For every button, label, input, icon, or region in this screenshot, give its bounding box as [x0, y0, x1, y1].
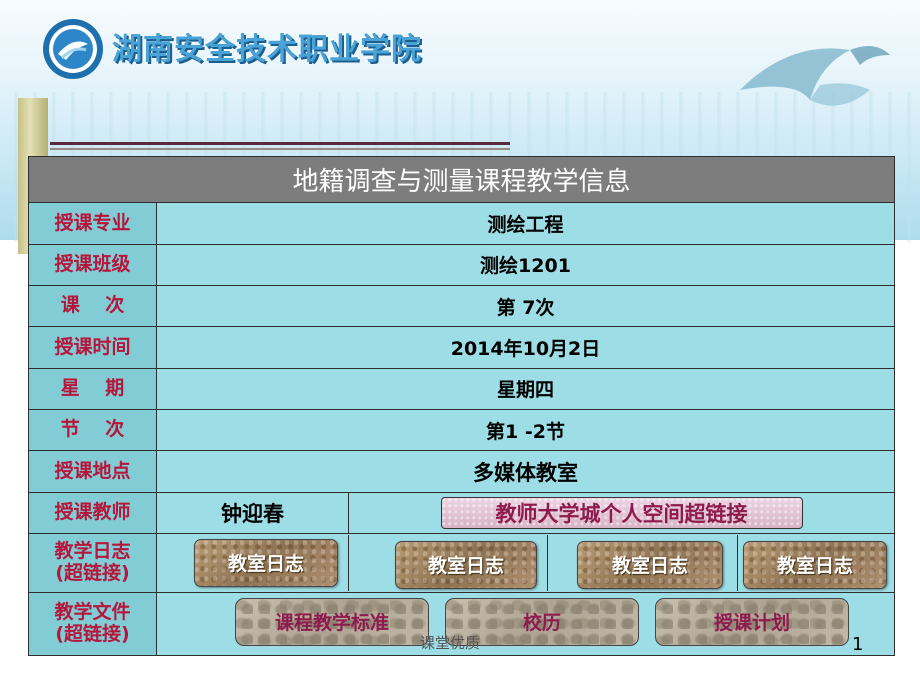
- divider-line: [50, 148, 510, 150]
- row-label-line1: 教学日志: [54, 540, 131, 563]
- row-label: 教学日志 (超链接): [28, 532, 157, 593]
- row-label: 授课时间: [28, 326, 157, 369]
- row-value: 测绘工程: [156, 202, 895, 245]
- school-logo-icon: [43, 19, 103, 79]
- row-value: 星期四: [156, 367, 895, 411]
- teacher-cell: 钟迎春: [156, 491, 349, 534]
- row-label: 节 次: [28, 409, 157, 452]
- school-name: 湖南安全技术职业学院: [112, 32, 422, 67]
- row-label-line2: (超链接): [55, 622, 130, 645]
- classroom-log-button-4[interactable]: 教室日志: [743, 540, 887, 589]
- bird-decoration-icon: [740, 46, 890, 106]
- table-row: 星 期 星期四: [28, 367, 895, 411]
- table-row: 授课专业 测绘工程: [28, 202, 895, 245]
- teacher-row: 授课教师 钟迎春 教师大学城个人空间超链接: [28, 491, 895, 534]
- classroom-log-button-3[interactable]: 教室日志: [577, 540, 723, 589]
- row-label: 授课教师: [28, 491, 157, 534]
- teacher-space-cell: 教师大学城个人空间超链接: [348, 491, 895, 534]
- course-info-table: 地籍调查与测量课程教学信息 授课专业 测绘工程 授课班级 测绘1201 课 次 …: [28, 155, 895, 657]
- footer-caption: 课堂优质: [420, 634, 481, 652]
- table-row: 授课班级 测绘1201: [28, 243, 895, 287]
- row-label-line2: (超链接): [55, 561, 130, 584]
- row-value: 第1 -2节: [156, 409, 895, 452]
- table-row: 节 次 第1 -2节: [28, 409, 895, 452]
- teaching-log-row: 教学日志 (超链接) 教室日志 教室日志 教室日志 教室日志: [28, 532, 895, 593]
- row-label: 课 次: [28, 285, 157, 328]
- classroom-log-button-2[interactable]: 教室日志: [395, 540, 537, 589]
- row-value: 第 7次: [156, 285, 895, 328]
- teacher-space-link[interactable]: 教师大学城个人空间超链接: [440, 496, 803, 529]
- files-buttons-cell: 课程教学标准 校历 授课计划: [156, 591, 895, 657]
- table-row: 课 次 第 7次: [28, 285, 895, 328]
- row-label: 教学文件 (超链接): [28, 591, 157, 657]
- divider-line: [50, 142, 510, 145]
- row-label: 授课地点: [28, 450, 157, 493]
- log-buttons-cell: 教室日志 教室日志 教室日志 教室日志: [156, 532, 895, 593]
- row-label: 授课班级: [28, 243, 157, 287]
- classroom-log-button-1[interactable]: 教室日志: [194, 538, 338, 587]
- row-label-line1: 教学文件: [54, 601, 131, 624]
- table-row: 授课时间 2014年10月2日: [28, 326, 895, 369]
- table-title: 地籍调查与测量课程教学信息: [28, 155, 895, 204]
- teacher-name: 钟迎春: [221, 501, 284, 526]
- row-value: 多媒体教室: [156, 450, 895, 493]
- row-value: 测绘1201: [156, 243, 895, 287]
- row-label: 星 期: [28, 367, 157, 411]
- row-value: 2014年10月2日: [156, 326, 895, 369]
- table-row: 授课地点 多媒体教室: [28, 450, 895, 493]
- teaching-plan-button[interactable]: 授课计划: [655, 597, 849, 646]
- row-label: 授课专业: [28, 202, 157, 245]
- page-number: 1: [852, 634, 864, 655]
- course-standard-button[interactable]: 课程教学标准: [235, 597, 429, 646]
